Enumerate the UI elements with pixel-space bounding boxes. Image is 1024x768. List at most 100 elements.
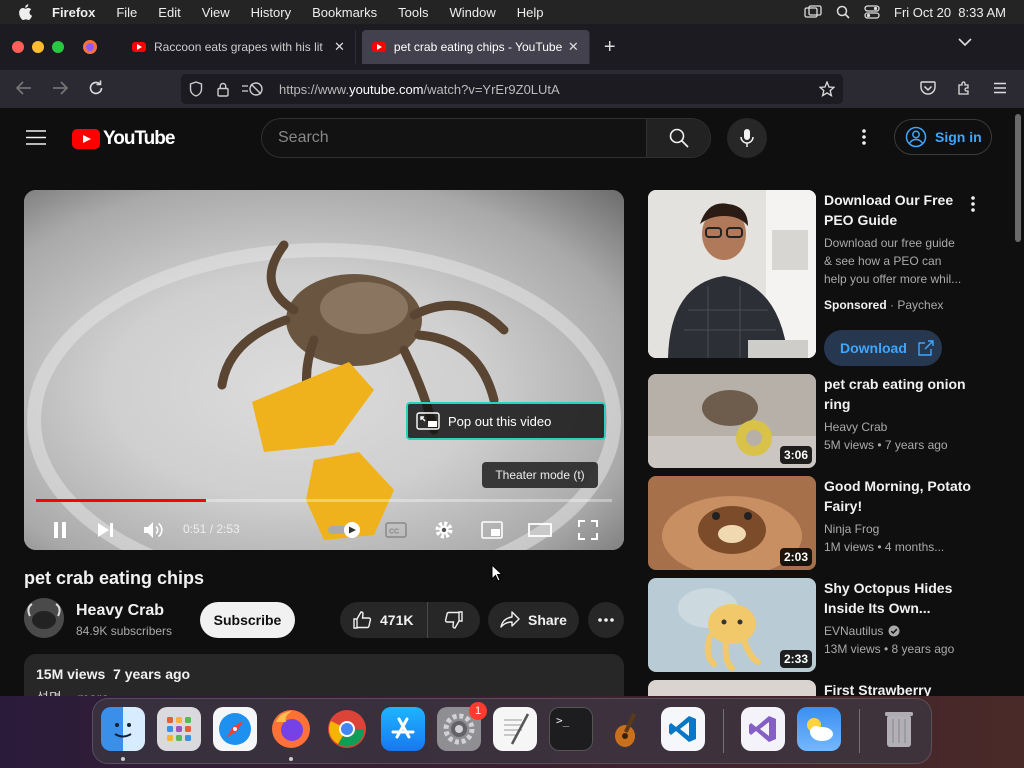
close-window-button[interactable]	[12, 41, 24, 53]
subtitles-button[interactable]: CC	[382, 516, 410, 544]
voice-search-button[interactable]	[727, 118, 767, 158]
like-button[interactable]: 471K	[340, 602, 428, 638]
tab-pet-crab[interactable]: pet crab eating chips - YouTube ✕	[361, 30, 590, 64]
launchpad-icon[interactable]	[157, 707, 201, 751]
menu-app-name[interactable]: Firefox	[52, 5, 95, 20]
sign-in-button[interactable]: Sign in	[894, 119, 992, 155]
app-menu-hamburger-icon[interactable]	[993, 82, 1007, 94]
channel-name[interactable]: Heavy Crab	[76, 602, 164, 620]
video-title[interactable]: pet crab eating onion ring	[824, 374, 974, 414]
video-title[interactable]: First Strawberry	[824, 680, 974, 696]
pop-out-video-button[interactable]: Pop out this video	[406, 402, 606, 440]
ad-thumbnail[interactable]	[648, 190, 816, 358]
video-channel[interactable]: EVNautilus	[824, 622, 883, 640]
terminal-icon[interactable]: >_	[549, 707, 593, 751]
share-button[interactable]: Share	[488, 602, 579, 638]
address-bar[interactable]: https://www.youtube.com/watch?v=YrEr9Z0L…	[181, 74, 843, 104]
menu-edit[interactable]: Edit	[158, 5, 180, 20]
video-title[interactable]: Shy Octopus Hides Inside Its Own...	[824, 578, 974, 618]
firefox-view-icon[interactable]	[82, 39, 98, 55]
search-input[interactable]: Search	[262, 119, 646, 157]
url-text[interactable]: https://www.youtube.com/watch?v=YrEr9Z0L…	[279, 82, 560, 97]
screen-mirroring-icon[interactable]	[804, 5, 822, 19]
more-actions-button[interactable]	[588, 602, 624, 638]
page-scrollbar[interactable]	[1012, 108, 1024, 696]
list-all-tabs-icon[interactable]	[958, 38, 972, 47]
download-cta-button[interactable]: Download	[824, 330, 942, 366]
firefox-icon[interactable]	[269, 707, 313, 751]
menu-help[interactable]: Help	[517, 5, 544, 20]
reload-icon[interactable]	[88, 80, 104, 96]
mute-button[interactable]	[139, 516, 167, 544]
channel-avatar[interactable]	[24, 598, 64, 638]
weather-icon[interactable]	[797, 707, 841, 751]
finder-icon[interactable]	[101, 707, 145, 751]
safari-icon[interactable]	[213, 707, 257, 751]
search-button[interactable]	[646, 119, 710, 157]
recommended-video[interactable]: 2:33 Shy Octopus Hides Inside Its Own...…	[648, 578, 998, 672]
youtube-logo[interactable]: YouTube	[72, 128, 175, 150]
garageband-icon[interactable]	[605, 707, 649, 751]
bookmark-star-icon[interactable]	[819, 81, 835, 97]
menu-clock[interactable]: Fri Oct 20 8:33 AM	[894, 5, 1006, 20]
vscode-icon[interactable]	[661, 707, 705, 751]
menu-file[interactable]: File	[116, 5, 137, 20]
minimize-window-button[interactable]	[32, 41, 44, 53]
video-player[interactable]: Pop out this video Theater mode (t) 0:51…	[24, 190, 624, 550]
description-preview[interactable]: 설명 ...more	[36, 688, 612, 696]
autoplay-toggle[interactable]	[327, 516, 363, 544]
zoom-window-button[interactable]	[52, 41, 64, 53]
menu-bookmarks[interactable]: Bookmarks	[312, 5, 377, 20]
close-tab-icon[interactable]: ✕	[568, 39, 579, 55]
spotlight-search-icon[interactable]	[836, 5, 850, 19]
tab-raccoon[interactable]: Raccoon eats grapes with his lit ✕	[122, 30, 356, 64]
menu-tools[interactable]: Tools	[398, 5, 428, 20]
menu-window[interactable]: Window	[450, 5, 496, 20]
lock-icon[interactable]	[217, 82, 229, 97]
apple-icon[interactable]	[18, 4, 34, 20]
trash-icon[interactable]	[877, 707, 921, 751]
new-tab-icon[interactable]: +	[604, 36, 616, 59]
permissions-camera-blocked-icon[interactable]	[241, 81, 265, 97]
back-icon[interactable]	[16, 81, 32, 95]
forward-icon[interactable]	[52, 81, 68, 95]
video-title[interactable]: Good Morning, Potato Fairy!	[824, 476, 974, 516]
video-channel[interactable]: Heavy Crab	[824, 418, 984, 436]
visual-studio-icon[interactable]	[741, 707, 785, 751]
menu-history[interactable]: History	[251, 5, 291, 20]
video-thumbnail[interactable]: 3:06	[648, 374, 816, 468]
sponsored-ad[interactable]: Download Our Free PEO Guide Download our…	[648, 190, 998, 370]
video-thumbnail[interactable]: 2:33	[648, 578, 816, 672]
subscribe-button[interactable]: Subscribe	[200, 602, 295, 638]
extensions-icon[interactable]	[956, 80, 972, 96]
next-button[interactable]	[92, 516, 120, 544]
pocket-icon[interactable]	[920, 81, 936, 96]
app-store-icon[interactable]	[381, 707, 425, 751]
recommended-video[interactable]: First Strawberry	[648, 680, 998, 696]
menu-view[interactable]: View	[202, 5, 230, 20]
miniplayer-button[interactable]	[478, 516, 506, 544]
youtube-favicon-icon	[371, 42, 386, 52]
video-thumbnail[interactable]: 2:03	[648, 476, 816, 570]
ad-title[interactable]: Download Our Free PEO Guide	[824, 190, 974, 230]
theater-mode-button[interactable]	[526, 516, 554, 544]
recommended-video[interactable]: 3:06 pet crab eating onion ring Heavy Cr…	[648, 374, 998, 468]
ad-menu-kebab-icon[interactable]	[971, 196, 975, 212]
close-tab-icon[interactable]: ✕	[334, 39, 345, 55]
settings-button[interactable]	[430, 516, 458, 544]
pause-button[interactable]	[46, 516, 74, 544]
control-center-icon[interactable]	[864, 5, 880, 19]
textedit-icon[interactable]	[493, 707, 537, 751]
settings-kebab-icon[interactable]	[862, 129, 866, 145]
fullscreen-button[interactable]	[574, 516, 602, 544]
video-thumbnail[interactable]	[648, 680, 816, 696]
progress-bar[interactable]	[36, 499, 612, 502]
dislike-button[interactable]	[428, 602, 480, 638]
guide-menu-icon[interactable]	[26, 130, 46, 145]
description-box[interactable]: 15M views 7 years ago 설명 ...more	[24, 654, 624, 696]
scrollbar-thumb[interactable]	[1015, 114, 1021, 242]
recommended-video[interactable]: 2:03 Good Morning, Potato Fairy! Ninja F…	[648, 476, 998, 570]
chrome-icon[interactable]	[325, 707, 369, 751]
tracking-protection-shield-icon[interactable]	[189, 81, 203, 97]
video-channel[interactable]: Ninja Frog	[824, 520, 984, 538]
